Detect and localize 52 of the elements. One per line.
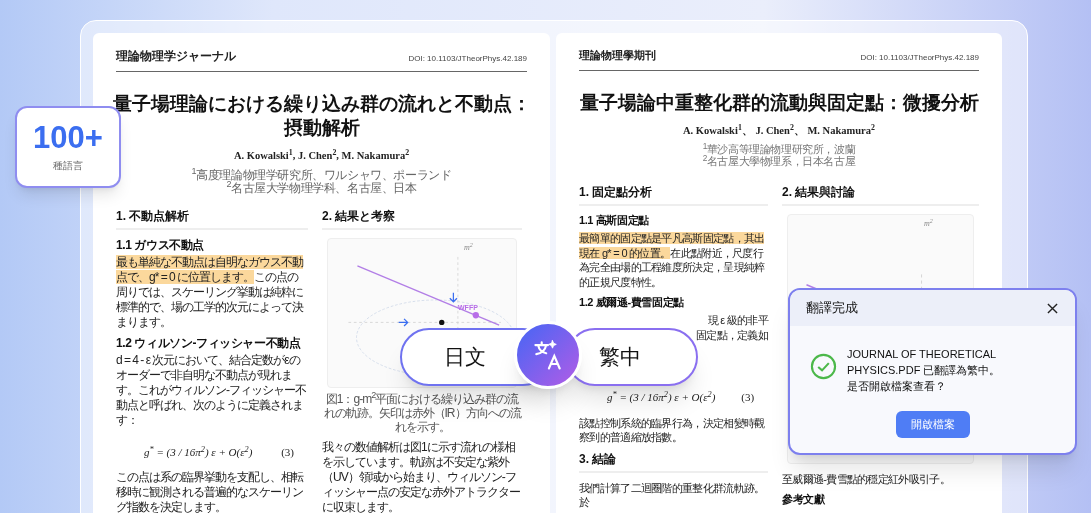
body-paragraph: 我々の数値解析は図1に示す流れの様相を示しています。軌跡は不安定な紫外（UV）領域から始まり、ウィルソン-フィッシャー点の安定な赤外アトラクターに収束します。 <box>322 439 521 513</box>
language-count-label: 種語言 <box>53 159 83 173</box>
open-file-button[interactable]: 開啟檔案 <box>895 411 970 438</box>
dialog-question: 是否開啟檔案查看？ <box>847 379 947 394</box>
subsection-heading: 1.1 ガウス不動点 <box>116 237 206 252</box>
equation: g$^{*}$ = (3 / 16π$^{2}$) ε + O(ε$^{2}$) <box>607 389 716 406</box>
dialog-message: JOURNAL OF THEORETICAL PHYSICS.PDF 已翻譯為繁中。 <box>847 347 1002 378</box>
figure-caption: 図1：g-m$^{2}$平面における繰り込み群の流れの軌跡。矢印は赤外（IR）方向への流れを示す。 <box>322 391 522 434</box>
affiliation-text: $^{1}$華沙高等理論物理研究所，波蘭 <box>702 143 856 156</box>
author-list: A. Kowalski$^{1}$, J. Chen$^{2}$, M. Nakamura$^{2}$ <box>116 148 527 164</box>
body-paragraph: 最も単純な不動点は自明なガウス不動点で、g* = 0 に位置します。この点の周りでは、スケーリング挙動は純粋に標準的で、場の工学的次元によって決まります。 <box>116 254 305 330</box>
close-button[interactable] <box>1045 301 1059 315</box>
body-text-line: 固定點，定義如 <box>695 328 769 344</box>
body-paragraph: 我們計算了二迴圈階的重整化群流軌跡。於 <box>579 480 766 510</box>
subsection-heading: 參考文獻 <box>782 493 826 506</box>
body-paragraph: 至威爾遜-費雪點的穩定紅外吸引子。 <box>782 471 951 486</box>
journal-name: 理論物理学ジャーナル <box>116 48 236 65</box>
arrow-icon <box>449 291 458 303</box>
paper-title: 量子場論中重整化群的流動與固定點：微擾分析 <box>578 90 980 115</box>
close-icon <box>1046 302 1058 314</box>
body-paragraph: d = 4 - ε 次元において、結合定数がεのオーダーで非自明な不動点が現れます。これがウィルソン-フィッシャー不動点と呼ばれ、次のように定義されます： <box>116 352 307 428</box>
subsection-heading: 1.2 ウィルソン-フィッシャー不動点 <box>116 335 302 350</box>
body-text-line: 現 ε 級的非平 <box>707 313 769 329</box>
equation-number: (3) <box>741 390 755 406</box>
affiliation-text: $^{2}$名古屋大學物理系，日本名古屋 <box>702 155 856 168</box>
journal-name: 理論物理學期刊 <box>579 48 656 63</box>
dialog-title: 翻譯完成 <box>806 299 858 318</box>
equation-number: (3) <box>281 444 294 460</box>
axis-label: m$^{2}$ <box>464 241 473 254</box>
doi-text: DOI: 10.1103/JTheorPhys.42.189 <box>408 53 527 65</box>
paper-title: 量子場理論における繰り込み群の流れと不動点：摂動解析 <box>111 92 532 140</box>
body-paragraph: この点は系の臨界挙動を支配し、相転移時に観測される普遍的なスケーリング指数を決定します。 <box>116 470 305 513</box>
fixed-point-dot <box>439 319 445 325</box>
body-paragraph: 該點控制系統的臨界行為，決定相變時觀察到的普適縮放指數。 <box>579 415 766 445</box>
section-heading: 1. 不動点解析 <box>116 208 308 230</box>
affiliation-text: $^{1}$高度理論物理学研究所、ワルシャワ、ポーランド <box>191 168 452 182</box>
section-heading: 1. 固定點分析 <box>579 185 769 207</box>
subsection-heading: 1.2 威爾遜-費雪固定點 <box>579 296 685 310</box>
equation: g$^{*}$ = (3 / 16π$^{2}$) ε + O(ε$^{2}$) <box>144 443 253 460</box>
axis-label: m$^{2}$ <box>924 218 933 231</box>
language-count: 100+ <box>33 121 103 155</box>
section-heading: 2. 結果與討論 <box>782 185 979 207</box>
doi-text: DOI: 10.1103/JTheorPhys.42.189 <box>860 51 979 64</box>
arrow-icon <box>398 317 409 327</box>
success-check-icon <box>810 353 837 380</box>
body-paragraph: 最簡單的固定點是平凡高斯固定點，其出現在 g* = 0 的位置。在此點附近，尺度行為完全由場的工程維度所決定，呈現純粹的正規尺度特性。 <box>579 231 766 290</box>
subsection-heading: 1.1 高斯固定點 <box>579 214 650 228</box>
affiliation-text: $^{2}$名古屋大学物理学科、名古屋、日本 <box>226 181 417 195</box>
section-heading: 3. 結論 <box>579 451 769 473</box>
wffp-dot <box>472 311 479 319</box>
author-list: A. Kowalski$^{1}$、 J. Chen$^{2}$、 M. Nakamura$^{2}$ <box>579 122 979 139</box>
section-heading: 2. 結果と考察 <box>322 208 522 230</box>
